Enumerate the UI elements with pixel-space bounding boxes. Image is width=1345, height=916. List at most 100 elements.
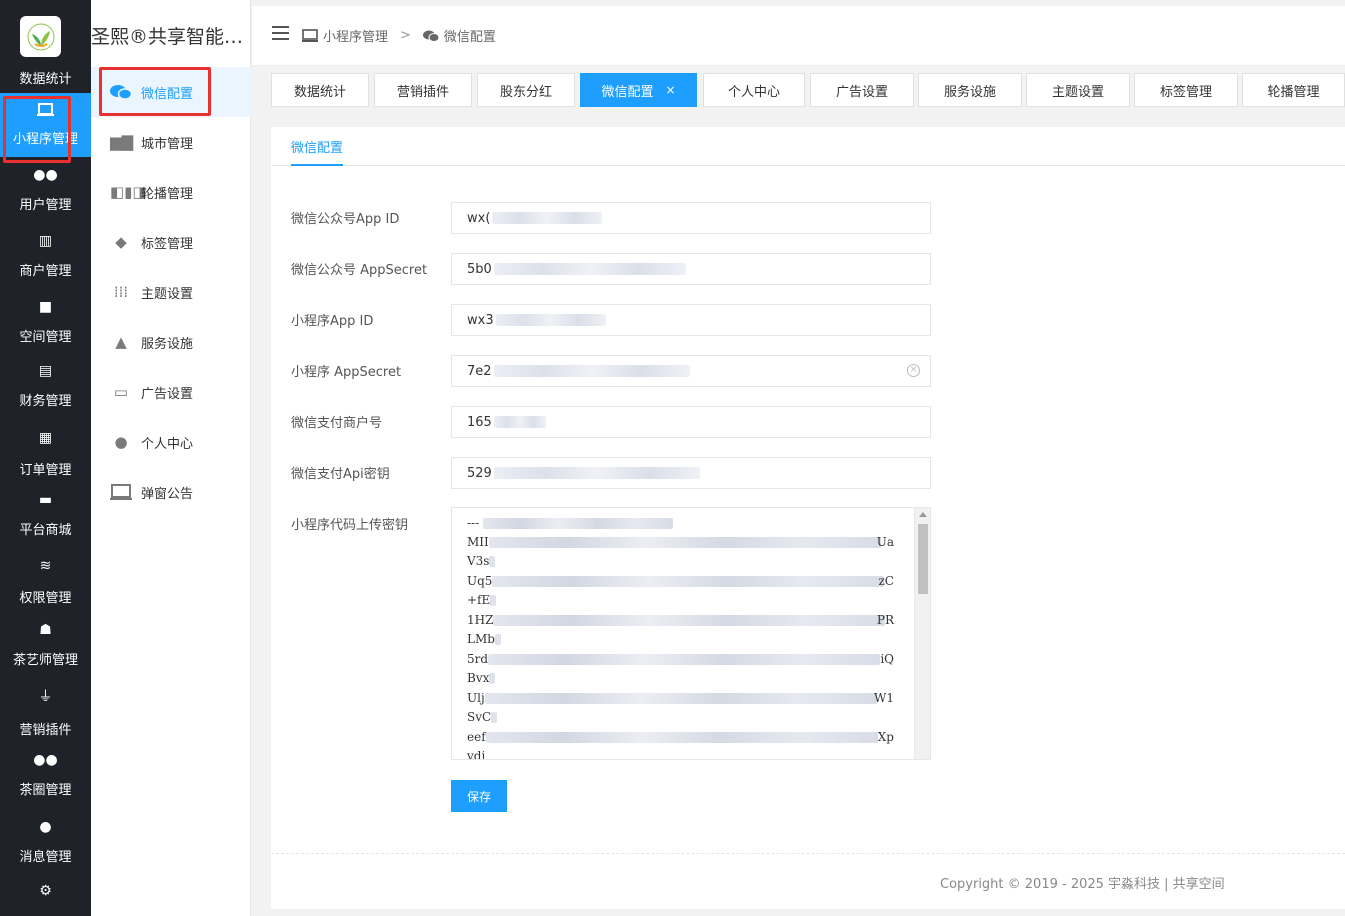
rail-item-marketing[interactable]: ⏚ 营销插件 [0,688,91,740]
rail-item-messages[interactable]: ● 消息管理 [0,818,91,867]
redacted-value [484,693,877,704]
key-line: vdj [467,747,485,759]
rail-item-permissions[interactable]: ≋ 权限管理 [0,557,91,608]
sub-item-tags[interactable]: ◆ 标签管理 [91,217,251,267]
input-value: 7e2 [467,363,492,379]
key-line-start: Uq5 [467,574,493,588]
tab-carousel[interactable]: 轮播管理 [1242,73,1345,107]
user-settings-icon: ☗ [39,622,52,638]
sub-item-carousel[interactable]: ◧▮◨ 轮播管理 [91,167,251,217]
sub-item-profile[interactable]: ● 个人中心 [91,417,251,467]
save-button[interactable]: 保存 [451,780,507,812]
sub-item-theme[interactable]: ⁞⁞⁞ 主题设置 [91,267,251,317]
cube-icon: ■ [38,299,53,315]
inner-tab-wechat-config[interactable]: 微信配置 [291,137,344,166]
rail-item-merchants[interactable]: ▥ 商户管理 [0,232,91,281]
rail-item-data-stats[interactable]: 数据统计 [0,68,91,87]
key-line: Ulj [467,689,877,708]
tab-label: 服务设施 [943,84,996,100]
key-line-start: 5rd [467,652,489,666]
key-line: Bvx [467,669,496,688]
rail-item-label: 平台商城 [19,523,72,538]
plug-icon: ⏚ [38,689,53,705]
tab-ads[interactable]: 广告设置 [810,73,914,107]
menu-toggle-icon[interactable] [272,26,289,40]
key-line: +fE [467,591,497,610]
merchant-id-input[interactable]: 165 [451,406,931,438]
key-line-start: +fE [467,593,491,607]
person-icon: ● [114,433,128,451]
rail-item-mall[interactable]: ▬ 平台商城 [0,491,91,540]
rail-item-label: 商户管理 [19,264,72,279]
miniprogram-appsecret-input[interactable]: 7e2 × [451,355,931,387]
tab-wechat-config[interactable]: 微信配置 × [580,73,697,107]
sub-item-popup-notice[interactable]: 弹窗公告 [91,467,251,517]
rail-item-finance[interactable]: ▤ 财务管理 [0,362,91,411]
breadcrumb-item-current: 微信配置 [443,30,496,45]
tab-dividends[interactable]: 股东分红 [477,73,575,107]
rail-item-tea-circle[interactable]: ●● 茶圈管理 [0,751,91,800]
rail-item-label: 茶艺师管理 [12,653,78,668]
pay-api-key-input[interactable]: 529 [451,457,931,489]
tag-icon: ◆ [115,233,127,251]
tab-marketing[interactable]: 营销插件 [374,73,472,107]
sub-item-wechat-config[interactable]: 微信配置 [91,67,251,117]
key-line-start: 1HZ [467,613,494,627]
rail-item-orders[interactable]: ▦ 订单管理 [0,429,91,480]
close-icon[interactable]: × [665,83,675,97]
footer-divider [271,853,1345,854]
tab-facilities[interactable]: 服务设施 [918,73,1022,107]
rail-item-label: 权限管理 [19,591,72,606]
field-label: 小程序 AppSecret [291,365,402,380]
key-line-start: Bvx [467,671,490,685]
scroll-thumb[interactable] [918,524,928,594]
tree-icon: ▲ [115,333,127,351]
tab-data-stats[interactable]: 数据统计 [271,73,369,107]
redacted-value [493,467,700,479]
redacted-value [489,673,496,684]
wechat-appsecret-input[interactable]: 5b0 [451,253,931,285]
rail-item-miniprogram[interactable]: 小程序管理 [0,93,91,157]
sub-item-label: 轮播管理 [141,186,194,202]
building-icon: ▥ [38,233,53,249]
tab-label: 广告设置 [835,84,888,100]
rail-item-tea-masters[interactable]: ☗ 茶艺师管理 [0,621,91,670]
tab-label: 轮播管理 [1267,84,1320,100]
sub-item-label: 弹窗公告 [141,486,194,502]
key-line-start: eef [467,730,486,744]
input-value: 5b0 [467,261,492,277]
tab-profile[interactable]: 个人中心 [703,73,805,107]
key-line-start: SvC [467,710,492,724]
textarea-scrollbar[interactable] [914,508,930,759]
tab-theme[interactable]: 主题设置 [1026,73,1130,107]
users-icon: ●● [33,167,58,183]
rail-item-users[interactable]: ●● 用户管理 [0,166,91,215]
wechat-appid-input[interactable]: wx( [451,202,931,234]
rail-item-spaces[interactable]: ■ 空间管理 [0,298,91,347]
tab-tags[interactable]: 标签管理 [1134,73,1238,107]
sub-item-label: 服务设施 [141,336,194,352]
list-icon: ▤ [38,363,53,379]
redacted-value [492,576,885,587]
rail-item-settings[interactable]: ⚙ [0,882,91,900]
redacted-value [493,365,690,377]
field-label: 小程序App ID [291,314,374,329]
monitor-icon [302,28,318,43]
sub-item-label: 个人中心 [141,436,194,452]
sub-item-city[interactable]: ▆▇ 城市管理 [91,117,251,167]
gear-icon: ⚙ [39,883,52,899]
breadcrumb-item[interactable]: 小程序管理 [323,26,388,45]
sub-item-facilities[interactable]: ▲ 服务设施 [91,317,251,367]
sub-item-ads[interactable]: ▭ 广告设置 [91,367,251,417]
redacted-value [485,732,878,743]
input-value: wx3 [467,312,494,328]
upload-key-textarea[interactable]: --- MII Ua V3s Uq5 zC +fE 1HZ PR LMb 5rd… [451,507,931,760]
clear-icon[interactable]: × [907,364,920,377]
database-icon: ≋ [39,558,52,574]
app-logo[interactable] [20,16,61,57]
key-line-start: V3s [467,554,490,568]
scroll-up-arrow-icon[interactable] [919,512,927,517]
key-line: 1HZ [467,611,886,630]
leaf-logo-icon [27,23,54,50]
miniprogram-appid-input[interactable]: wx3 [451,304,931,336]
